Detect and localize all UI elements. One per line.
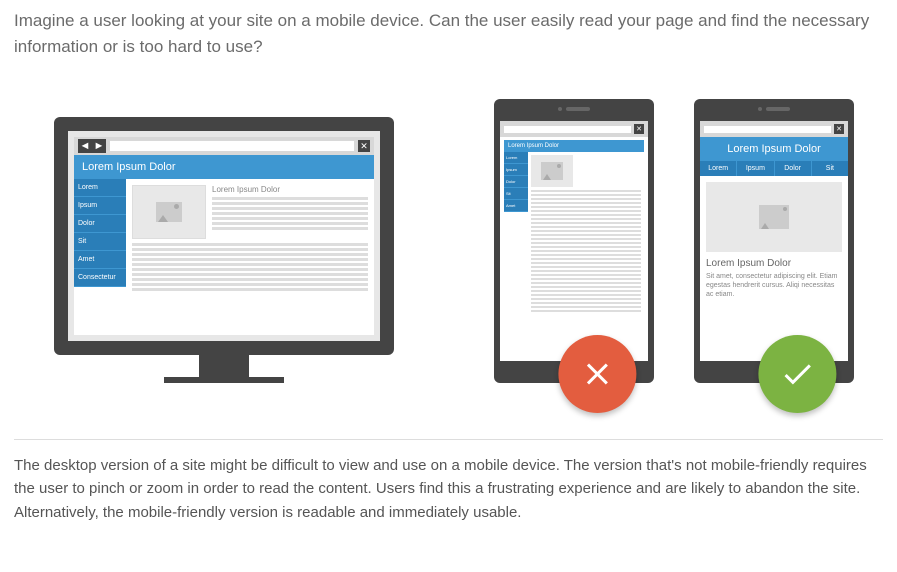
page-header: Lorem Ipsum Dolor (74, 155, 374, 179)
x-icon (579, 356, 615, 392)
image-placeholder-icon (706, 182, 842, 252)
mini-browser-desktop: ◄► ✕ Lorem Ipsum Dolor Lorem Ipsum Dolor… (74, 137, 374, 335)
phone-not-friendly: ✕ Lorem Ipsum Dolor Lorem Ipsum Dolor Si… (494, 99, 654, 383)
sidebar-item: Consectetur (74, 269, 126, 287)
desktop-monitor: ◄► ✕ Lorem Ipsum Dolor Lorem Ipsum Dolor… (54, 117, 394, 383)
sidebar-nav: Lorem Ipsum Dolor Sit Amet (504, 152, 528, 317)
close-icon: ✕ (634, 124, 644, 134)
sidebar-item: Ipsum (74, 197, 126, 215)
sidebar-item: Amet (74, 251, 126, 269)
page-header: Lorem Ipsum Dolor (700, 137, 848, 161)
page-header: Lorem Ipsum Dolor (504, 140, 644, 152)
body-text: Sit amet, consectetur adipiscing elit. E… (700, 272, 848, 299)
article-title: Lorem Ipsum Dolor (212, 185, 368, 194)
url-bar (704, 126, 831, 133)
tab: Sit (812, 161, 848, 176)
devices-row: ◄► ✕ Lorem Ipsum Dolor Lorem Ipsum Dolor… (14, 99, 883, 383)
paragraph-lines (132, 243, 368, 293)
url-bar (504, 126, 631, 133)
url-bar (110, 141, 354, 151)
nav-arrows-icon: ◄► (78, 139, 106, 153)
phone-friendly: ✕ Lorem Ipsum Dolor Lorem Ipsum Dolor Si… (694, 99, 854, 383)
check-icon (779, 356, 815, 392)
sidebar-item: Sit (74, 233, 126, 251)
caption-text: The desktop version of a site might be d… (14, 454, 883, 524)
article-title: Lorem Ipsum Dolor (700, 258, 848, 272)
image-placeholder-icon (132, 185, 206, 239)
text-lines (531, 190, 641, 312)
text-lines (212, 197, 368, 230)
tab: Lorem (700, 161, 737, 176)
tab: Dolor (775, 161, 812, 176)
close-icon: ✕ (358, 140, 370, 152)
image-placeholder-icon (531, 155, 573, 187)
sidebar-item: Dolor (74, 215, 126, 233)
sidebar-item: Lorem (74, 179, 126, 197)
close-icon: ✕ (834, 124, 844, 134)
tabs: Lorem Ipsum Dolor Sit (700, 161, 848, 176)
pass-badge (758, 335, 836, 413)
divider (14, 439, 883, 440)
intro-text: Imagine a user looking at your site on a… (14, 8, 883, 59)
tab: Ipsum (737, 161, 774, 176)
sidebar-nav: Lorem Ipsum Dolor Sit Amet Consectetur (74, 179, 126, 335)
fail-badge (558, 335, 636, 413)
